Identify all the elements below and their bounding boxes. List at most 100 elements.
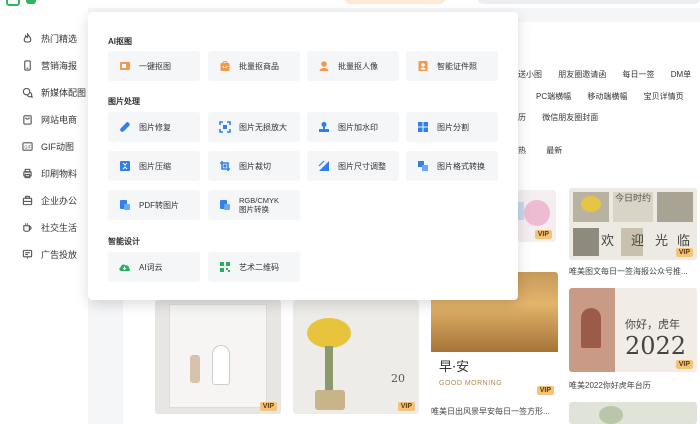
card-char: 欢 [601,234,615,249]
compress-icon [118,160,131,173]
svg-text:GIF: GIF [24,144,31,149]
card-caption[interactable]: 唯美2022你好虎年台历 [569,380,697,391]
tool-batch-portrait-cutout[interactable]: 批量抠人像 [307,51,399,81]
filter-tag[interactable]: 宝贝详情页 [644,91,684,102]
logo-icon[interactable] [6,0,20,6]
sort-tag[interactable]: 热 [518,145,526,156]
filter-tag[interactable]: 历 [518,112,526,123]
filter-tag[interactable]: 送小图 [518,69,542,80]
sort-row: 热 最新 [518,145,576,156]
tool-label: 智能证件照 [437,61,477,71]
bag-icon [23,114,32,125]
vip-badge: VIP [675,248,693,257]
sidebar-item-print[interactable]: 印刷物料 [22,165,77,181]
tool-pdf-to-image[interactable]: PDF转图片 [108,190,200,220]
sidebar-item-label: 营销海报 [41,60,78,71]
tool-image-upscale[interactable]: 图片无损放大 [208,112,300,142]
tool-label: 图片格式转换 [437,161,485,171]
template-card[interactable] [569,402,697,424]
tool-image-compress[interactable]: 图片压缩 [108,151,200,181]
sidebar-item-label: GIF动图 [41,141,74,152]
tool-image-split[interactable]: 图片分割 [406,112,498,142]
card-subheading: GOOD MORNING [439,380,503,387]
sidebar-item-ads[interactable]: 广告投放 [22,246,77,262]
gif-icon: GIF [22,141,33,151]
pdf-icon [118,199,131,212]
vip-badge: VIP [536,386,554,395]
sidebar-item-social[interactable]: 社交生活 [22,219,77,235]
billboard-icon [22,249,33,259]
filter-tag[interactable]: 每日一签 [622,69,654,80]
top-search-bar[interactable] [478,0,700,4]
photo-block [657,192,693,222]
watermark-icon [317,121,330,134]
tool-ai-word-cloud[interactable]: AI词云 [108,252,200,282]
tool-image-resize[interactable]: 图片尺寸调整 [307,151,399,181]
sidebar-item-label: 社交生活 [41,222,78,233]
filter-tag[interactable]: 朋友圈邀请函 [558,69,606,80]
template-card[interactable]: 你好，虎年 2022 VIP [569,288,697,372]
filter-row-2: PC端横幅 移动端横幅 宝贝详情页 [536,91,698,102]
flower-image [569,288,615,372]
tools-dropdown-panel: AI抠图 一键抠图 批量抠商品 批量抠人像 智能证件照 图片处理 图片修复 图片… [88,12,518,300]
tool-rgb-cmyk-convert[interactable]: RGB/CMYK 图片转换 [208,190,300,220]
tool-batch-product-cutout[interactable]: 批量抠商品 [208,51,300,81]
sidebar-item-new-media[interactable]: 新媒体配图 [22,84,86,100]
template-card[interactable]: VIP [155,300,281,414]
card-char: 光 [655,234,669,249]
chat-icon [22,87,33,98]
filter-tag[interactable]: DM单 [671,69,691,80]
sidebar-item-gif[interactable]: GIF GIF动图 [22,138,74,154]
top-bar [0,0,700,8]
tool-label: 图片裁切 [239,161,271,171]
sidebar-item-hot[interactable]: 热门精选 [22,30,77,46]
template-card[interactable]: 今日时约 欢 迎 光 临 VIP [569,188,697,260]
filter-tag[interactable]: PC端横幅 [536,91,571,102]
section-title-ai-cutout: AI抠图 [108,37,132,46]
sort-tag[interactable]: 最新 [546,145,562,156]
card-year: 2022 [625,332,687,360]
tool-label: 批量抠人像 [338,61,378,71]
cup-icon [23,222,32,232]
print-icon [23,168,32,178]
vase-image [212,345,230,385]
poster-frame [169,304,267,408]
filter-tag[interactable]: 移动端横幅 [587,91,627,102]
tool-label: 图片加水印 [338,122,378,132]
format-convert-icon [416,160,429,173]
tool-image-watermark[interactable]: 图片加水印 [307,112,399,142]
cutout-icon [118,60,131,73]
template-card[interactable]: 20 VIP [293,300,419,414]
phone-icon [24,59,31,71]
template-card[interactable]: VIP [518,190,556,242]
tool-image-repair[interactable]: 图片修复 [108,112,200,142]
person-cutout-icon [317,60,330,73]
filter-row-3: 历 微信朋友圈封面 [518,112,612,123]
sidebar-item-label: 热门精选 [41,33,78,44]
tool-label: PDF转图片 [139,200,179,210]
card-caption[interactable]: 唯美日出风景早安每日一签方形... [431,406,558,417]
filter-tag[interactable]: 微信朋友圈封面 [542,112,598,123]
tool-image-crop[interactable]: 图片裁切 [208,151,300,181]
sidebar-item-office[interactable]: 企业办公 [22,192,77,208]
card-caption[interactable]: 唯美图文每日一签海报公众号推... [569,266,697,277]
top-promo-pill[interactable] [345,0,445,4]
tool-label: 图片无损放大 [239,122,287,132]
resize-icon [317,160,330,173]
sidebar-item-ecommerce[interactable]: 网站电商 [22,111,77,127]
tool-art-qrcode[interactable]: 艺术二维码 [208,252,300,282]
crop-icon [218,160,231,173]
pot-image [315,390,345,410]
tool-one-click-cutout[interactable]: 一键抠图 [108,51,200,81]
section-title-smart-design: 智能设计 [108,237,140,246]
vip-badge: VIP [534,230,552,239]
card-char: 临 [677,234,691,249]
sidebar-item-marketing[interactable]: 营销海报 [22,57,77,73]
tool-label-line2: 图片转换 [239,205,269,214]
id-photo-icon [416,60,429,73]
bag-cutout-icon [218,60,231,73]
sidebar-item-label: 企业办公 [41,195,78,206]
flower-image [599,406,623,424]
tool-smart-id-photo[interactable]: 智能证件照 [406,51,498,81]
tool-image-format-convert[interactable]: 图片格式转换 [406,151,498,181]
